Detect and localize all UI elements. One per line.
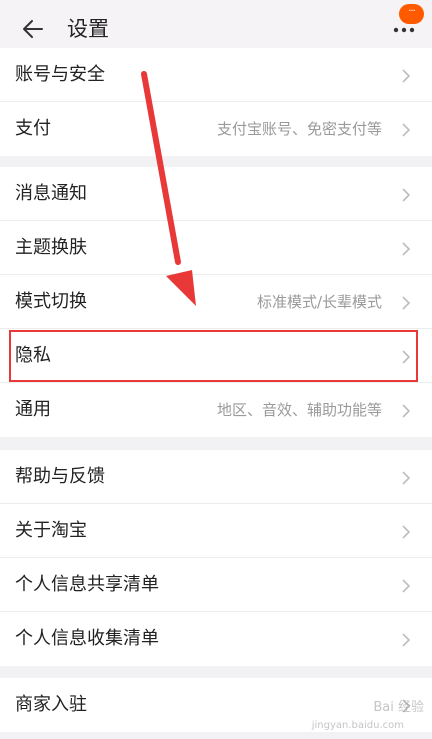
settings-group-preferences: 消息通知 主题换肤 模式切换 标准模式/长辈模式 隐私 通用 地区、音效、辅助功…: [0, 167, 432, 437]
chevron-right-icon: [402, 123, 411, 137]
chevron-right-icon: [402, 350, 411, 364]
item-label: 商家入驻: [15, 694, 87, 715]
chevron-right-icon: [402, 69, 411, 83]
item-value: 标准模式/长辈模式: [256, 293, 382, 311]
item-label: 消息通知: [15, 183, 87, 204]
settings-group-account: 账号与安全 支付 支付宝账号、免密支付等: [0, 48, 432, 156]
settings-item-payment[interactable]: 支付 支付宝账号、免密支付等: [0, 102, 432, 156]
settings-item-info-sharing-list[interactable]: 个人信息共享清单: [0, 558, 432, 612]
settings-group-about: 帮助与反馈 关于淘宝 个人信息共享清单 个人信息收集清单: [0, 450, 432, 666]
settings-item-help-feedback[interactable]: 帮助与反馈: [0, 450, 432, 504]
item-label: 模式切换: [15, 291, 87, 312]
chevron-right-icon: [402, 242, 411, 256]
arrow-left-icon[interactable]: [20, 16, 46, 42]
watermark-url: jingyan.baidu.com: [311, 720, 404, 731]
settings-item-about-taobao[interactable]: 关于淘宝: [0, 504, 432, 558]
settings-item-theme[interactable]: 主题换肤: [0, 221, 432, 275]
chevron-right-icon: [402, 471, 411, 485]
page-title: 设置: [67, 17, 109, 41]
item-label: 通用: [15, 399, 51, 420]
chevron-right-icon: [402, 296, 411, 310]
chevron-right-icon: [402, 525, 411, 539]
settings-item-info-collection-list[interactable]: 个人信息收集清单: [0, 612, 432, 666]
item-label: 关于淘宝: [15, 520, 87, 541]
item-label: 帮助与反馈: [15, 466, 105, 487]
settings-item-mode-switch[interactable]: 模式切换 标准模式/长辈模式: [0, 275, 432, 329]
item-label: 隐私: [15, 345, 51, 366]
chevron-right-icon: [402, 579, 411, 593]
item-label: 主题换肤: [15, 237, 87, 258]
chevron-right-icon: [402, 188, 411, 202]
item-label: 支付: [15, 118, 51, 139]
item-value: 支付宝账号、免密支付等: [216, 120, 382, 138]
settings-item-account-security[interactable]: 账号与安全: [0, 48, 432, 102]
settings-item-privacy[interactable]: 隐私: [0, 329, 432, 383]
item-value: 地区、音效、辅助功能等: [216, 401, 382, 419]
item-label: 个人信息收集清单: [15, 628, 159, 649]
item-label: 个人信息共享清单: [15, 574, 159, 595]
settings-item-general[interactable]: 通用 地区、音效、辅助功能等: [0, 383, 432, 437]
watermark-logo: Bai 经验: [373, 700, 424, 715]
item-label: 账号与安全: [15, 64, 105, 85]
chevron-right-icon: [402, 404, 411, 418]
chevron-right-icon: [402, 633, 411, 647]
settings-item-notifications[interactable]: 消息通知: [0, 167, 432, 221]
notification-badge: ···: [399, 4, 424, 24]
